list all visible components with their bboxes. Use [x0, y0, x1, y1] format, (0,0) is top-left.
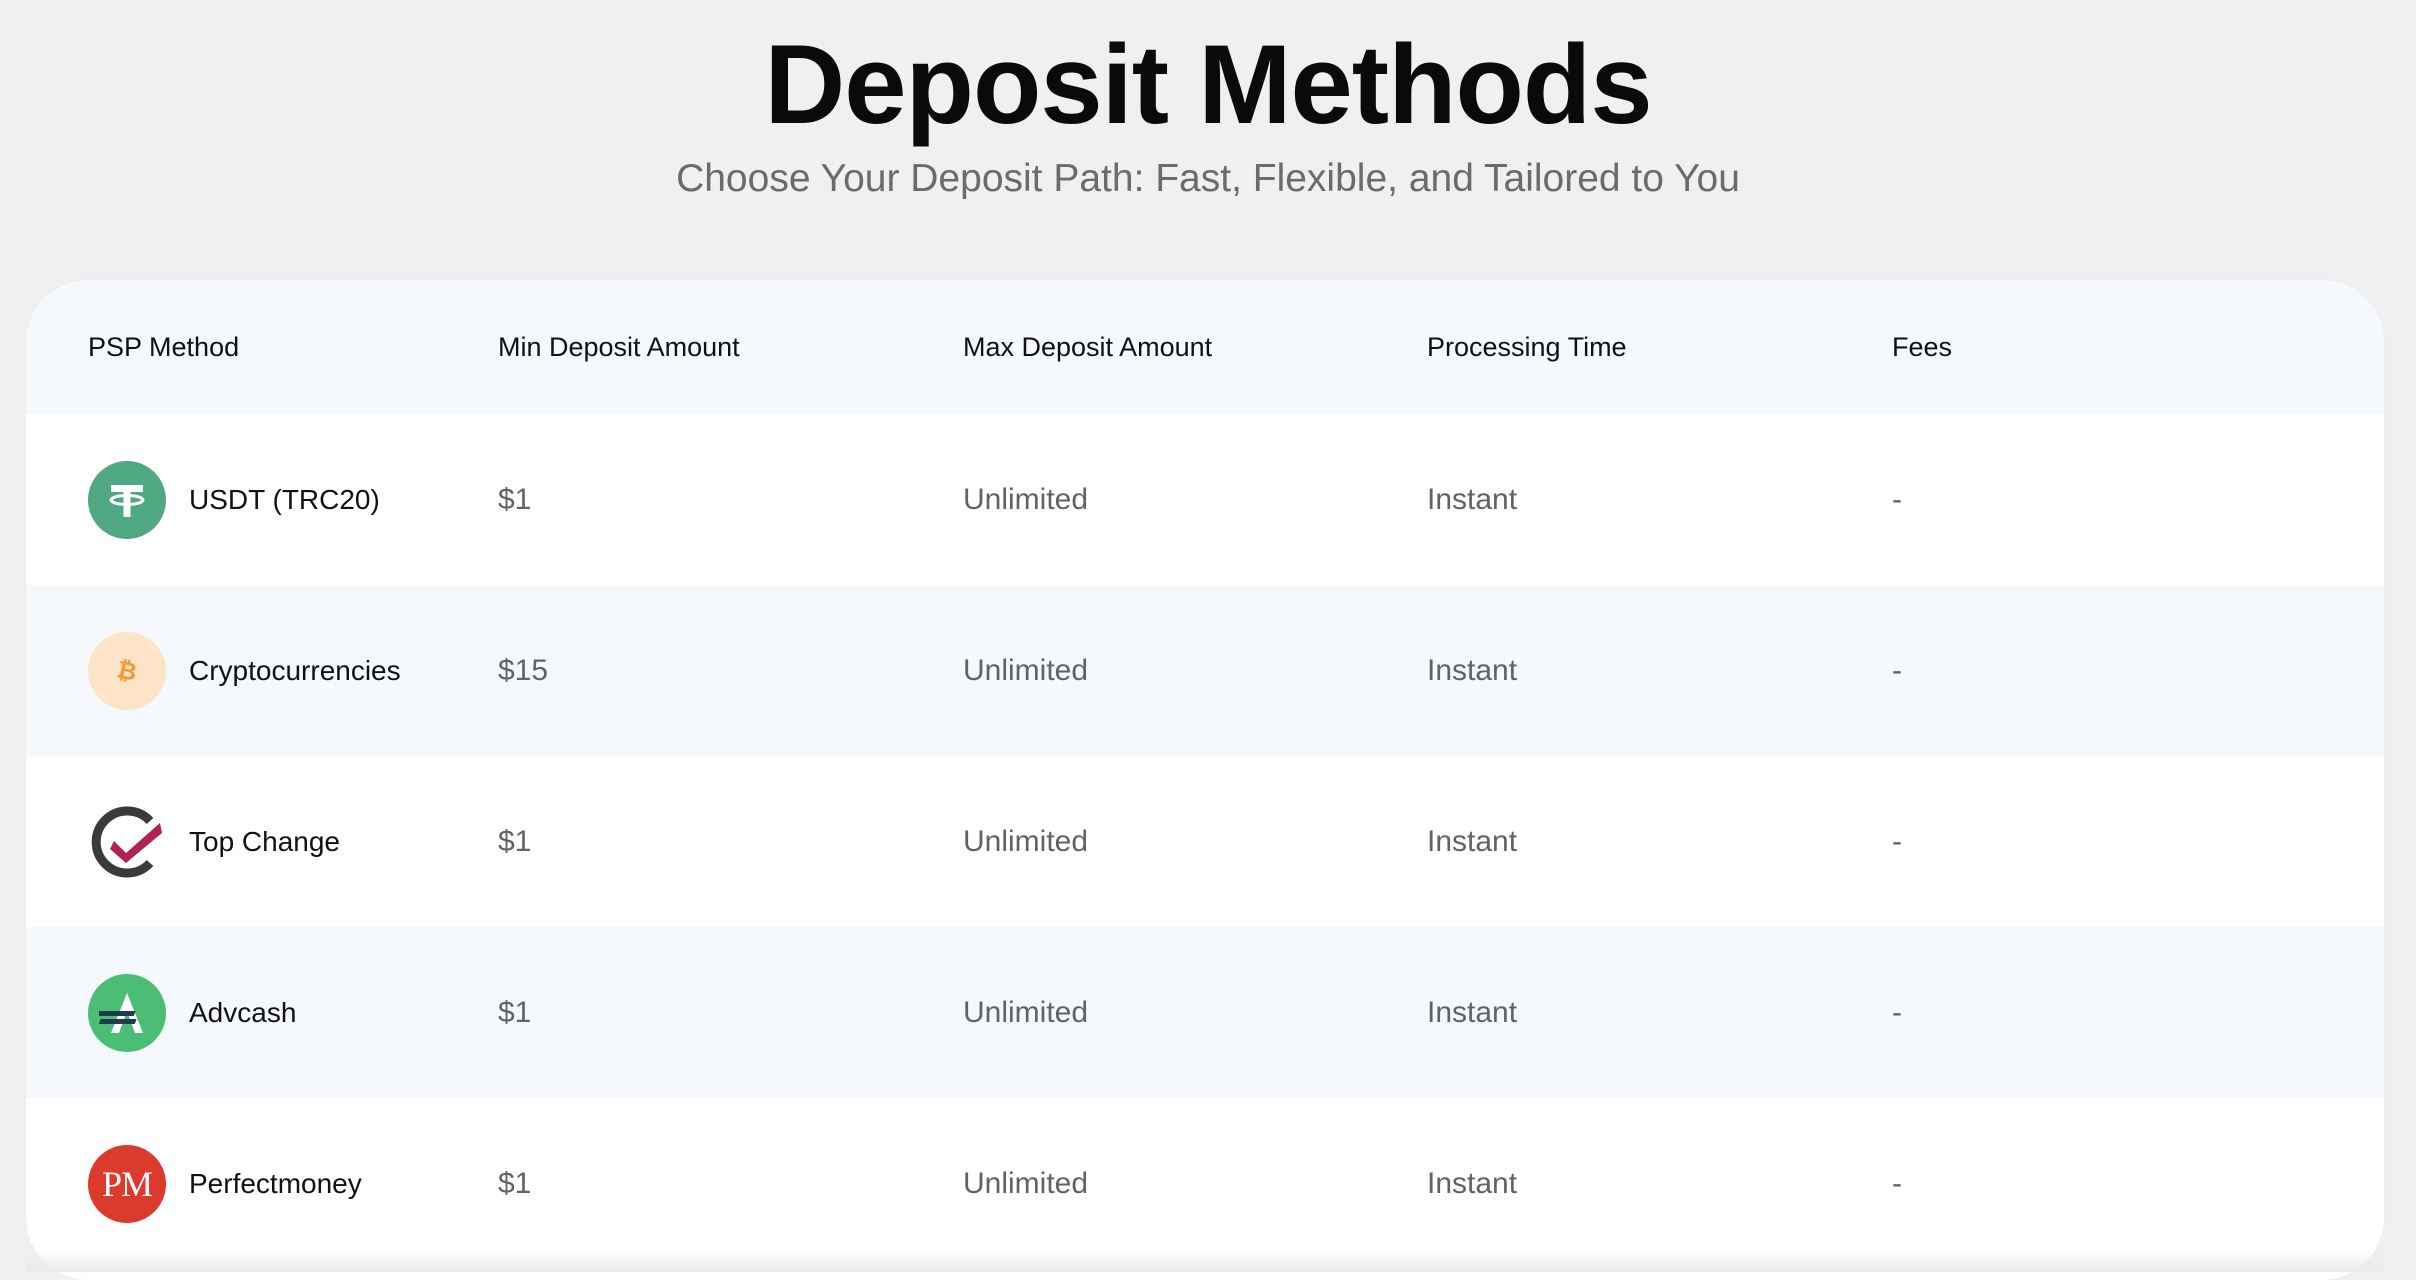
processing-time-value: Instant	[1427, 824, 1518, 858]
table-row: ₿ Cryptocurrencies $15 Unlimited Instant…	[26, 585, 2384, 756]
tether-icon	[88, 460, 166, 539]
fees-value: -	[1892, 995, 1902, 1029]
method-cell: PM Perfectmoney	[88, 1098, 362, 1269]
column-header-max-deposit: Max Deposit Amount	[963, 331, 1213, 362]
processing-time-value: Instant	[1427, 1166, 1518, 1200]
max-deposit-value: Unlimited	[963, 653, 1089, 687]
max-deposit-value: Unlimited	[963, 824, 1089, 858]
table-row: PM Perfectmoney $1 Unlimited Instant -	[26, 1098, 2384, 1269]
processing-time-value: Instant	[1427, 653, 1518, 687]
processing-time-value: Instant	[1427, 482, 1518, 516]
min-deposit-value: $1	[498, 995, 532, 1029]
method-cell: Top Change	[88, 756, 340, 927]
column-header-processing-time: Processing Time	[1427, 331, 1627, 362]
topchange-check-icon	[88, 803, 166, 881]
fees-value: -	[1892, 482, 1902, 516]
method-cell: USDT (TRC20)	[88, 414, 380, 585]
perfectmoney-logo-text: PM	[101, 1163, 153, 1204]
table-row: Advcash $1 Unlimited Instant -	[26, 927, 2384, 1098]
column-header-min-deposit: Min Deposit Amount	[498, 331, 740, 362]
table-row: Top Change $1 Unlimited Instant -	[26, 756, 2384, 927]
fees-value: -	[1892, 1166, 1902, 1200]
column-header-psp-method: PSP Method	[88, 331, 240, 362]
table-row: USDT (TRC20) $1 Unlimited Instant -	[26, 414, 2384, 585]
fees-value: -	[1892, 824, 1902, 858]
method-cell: Advcash	[88, 927, 296, 1098]
page-subtitle: Choose Your Deposit Path: Fast, Flexible…	[676, 157, 1740, 200]
method-name: Top Change	[189, 825, 341, 857]
method-name: Perfectmoney	[189, 1167, 362, 1199]
max-deposit-value: Unlimited	[963, 995, 1089, 1029]
max-deposit-value: Unlimited	[963, 1166, 1089, 1200]
processing-time-value: Instant	[1427, 995, 1518, 1029]
method-name: USDT (TRC20)	[189, 483, 380, 515]
table-header-row: PSP Method Min Deposit Amount Max Deposi…	[26, 280, 2384, 414]
bottom-fade	[26, 1250, 2384, 1272]
advcash-icon	[88, 973, 166, 1052]
method-name: Cryptocurrencies	[189, 654, 401, 686]
min-deposit-value: $1	[498, 1166, 532, 1200]
min-deposit-value: $15	[498, 653, 549, 687]
min-deposit-value: $1	[498, 824, 532, 858]
column-header-fees: Fees	[1892, 331, 1953, 362]
page-title: Deposit Methods	[764, 22, 1652, 147]
method-cell: ₿ Cryptocurrencies	[88, 585, 401, 756]
fees-value: -	[1892, 653, 1902, 687]
perfectmoney-icon: PM	[88, 1144, 166, 1223]
method-name: Advcash	[189, 996, 297, 1028]
deposit-methods-table: PSP Method Min Deposit Amount Max Deposi…	[26, 280, 2384, 1280]
svg-text:₿: ₿	[115, 655, 140, 686]
min-deposit-value: $1	[498, 482, 532, 516]
max-deposit-value: Unlimited	[963, 482, 1089, 516]
bitcoin-icon: ₿	[88, 631, 166, 710]
